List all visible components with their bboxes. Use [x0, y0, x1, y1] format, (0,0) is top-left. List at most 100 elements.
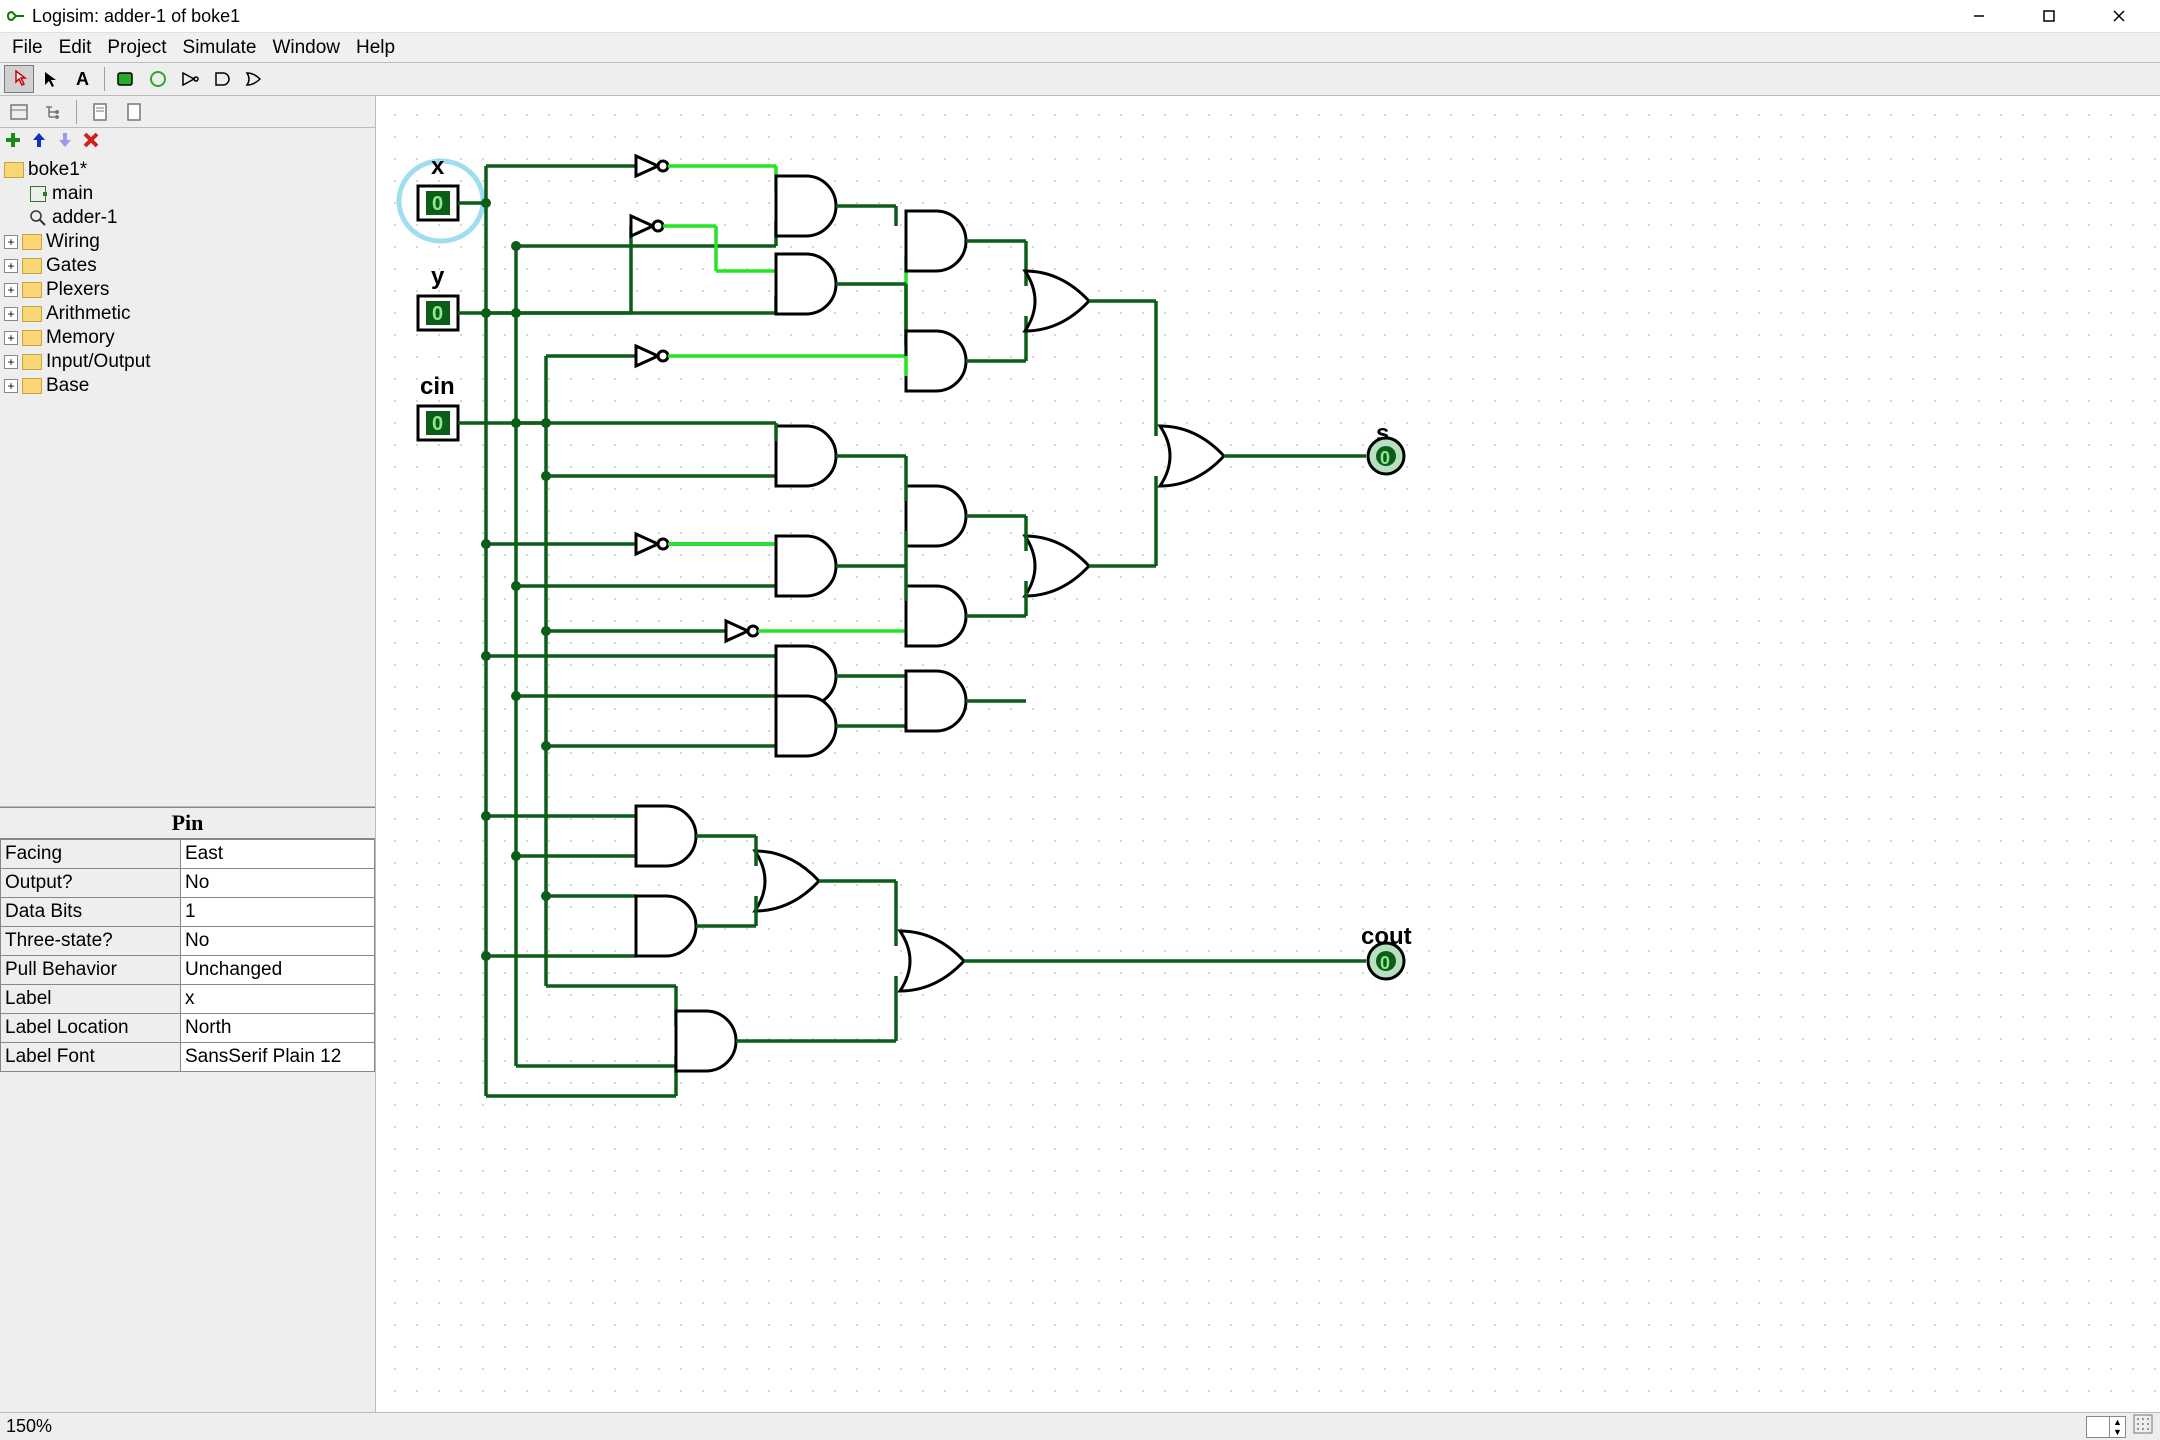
expand-icon[interactable]: +: [4, 379, 18, 393]
and-gate[interactable]: [636, 896, 696, 956]
and-gate[interactable]: [906, 331, 966, 391]
menu-project[interactable]: Project: [99, 35, 174, 61]
close-button[interactable]: [2084, 0, 2154, 32]
not-gate[interactable]: [636, 346, 668, 366]
delete-icon[interactable]: [82, 131, 100, 154]
input-pin-tool-button[interactable]: [111, 65, 141, 93]
and-gate-tool-button[interactable]: [207, 65, 237, 93]
tree-item-adder[interactable]: adder-1: [0, 206, 375, 230]
menu-file[interactable]: File: [4, 35, 51, 61]
tree-lib-arithmetic[interactable]: +Arithmetic: [0, 302, 375, 326]
pin-label: x: [431, 153, 445, 180]
property-value[interactable]: SansSerif Plain 12: [181, 1043, 375, 1072]
tree-lib-memory[interactable]: +Memory: [0, 326, 375, 350]
project-tree[interactable]: boke1* main adder-1 +Wiring + Gates +Plex…: [0, 156, 375, 807]
input-pin-y[interactable]: y 0: [418, 263, 516, 330]
not-gate[interactable]: [636, 534, 668, 554]
expand-icon[interactable]: +: [4, 259, 18, 273]
down-arrow-icon[interactable]: [56, 131, 74, 154]
maximize-button[interactable]: [2014, 0, 2084, 32]
or-gate[interactable]: [755, 851, 819, 911]
and-gate[interactable]: [906, 211, 966, 271]
minimize-button[interactable]: [1944, 0, 2014, 32]
output-pin-tool-button[interactable]: [143, 65, 173, 93]
and-gate[interactable]: [776, 176, 836, 236]
and-gate[interactable]: [906, 671, 966, 731]
menu-simulate[interactable]: Simulate: [175, 35, 265, 61]
or-gate[interactable]: [1160, 426, 1224, 486]
or-gate-tool-button[interactable]: [239, 65, 269, 93]
folder-icon: [22, 378, 42, 394]
and-gate[interactable]: [776, 536, 836, 596]
property-value[interactable]: x: [181, 985, 375, 1014]
poke-tool-button[interactable]: [4, 65, 34, 93]
tree-label: Gates: [46, 254, 97, 278]
property-row[interactable]: Data Bits1: [1, 898, 375, 927]
expand-icon[interactable]: +: [4, 235, 18, 249]
zoom-spinner[interactable]: ▲▼: [2086, 1416, 2126, 1438]
menu-help[interactable]: Help: [348, 35, 403, 61]
select-tool-button[interactable]: [36, 65, 66, 93]
not-gate[interactable]: [726, 621, 758, 641]
property-value[interactable]: 1: [181, 898, 375, 927]
toolbar-separator: [104, 67, 105, 91]
expand-icon[interactable]: +: [4, 283, 18, 297]
and-gate[interactable]: [676, 1011, 736, 1071]
grid-density-icon[interactable]: [2132, 1413, 2154, 1440]
property-row[interactable]: Label FontSansSerif Plain 12: [1, 1043, 375, 1072]
property-value[interactable]: No: [181, 927, 375, 956]
up-arrow-icon[interactable]: [30, 131, 48, 154]
or-gate[interactable]: [1025, 271, 1089, 331]
folder-icon: [22, 282, 42, 298]
property-row[interactable]: Labelx: [1, 985, 375, 1014]
property-value[interactable]: East: [181, 840, 375, 869]
folder-icon: [22, 306, 42, 322]
toolbar-doc-button[interactable]: [85, 98, 115, 126]
property-value[interactable]: No: [181, 869, 375, 898]
and-gate[interactable]: [776, 254, 836, 314]
circuit-canvas[interactable]: x 0 y 0 cin 0: [376, 96, 2160, 1412]
menu-edit[interactable]: Edit: [51, 35, 100, 61]
not-gate-tool-button[interactable]: [175, 65, 205, 93]
and-gate[interactable]: [906, 586, 966, 646]
tree-lib-plexers[interactable]: +Plexers: [0, 278, 375, 302]
or-gate[interactable]: [1025, 536, 1089, 596]
tree-item-main[interactable]: main: [0, 182, 375, 206]
tree-root-label: boke1*: [28, 158, 87, 182]
and-gate[interactable]: [776, 696, 836, 756]
or-gate[interactable]: [900, 931, 964, 991]
property-row[interactable]: FacingEast: [1, 840, 375, 869]
not-gate[interactable]: [631, 216, 663, 236]
and-gate[interactable]: [776, 426, 836, 486]
zoom-level: 150%: [6, 1416, 52, 1437]
output-pin-s[interactable]: s 0: [1368, 420, 1404, 474]
property-key: Pull Behavior: [1, 956, 181, 985]
toolbar-view-button[interactable]: [4, 98, 34, 126]
tree-lib-base[interactable]: +Base: [0, 374, 375, 398]
property-value[interactable]: North: [181, 1014, 375, 1043]
expand-icon[interactable]: +: [4, 331, 18, 345]
toolbar-sim-tree-button[interactable]: [38, 98, 68, 126]
property-row[interactable]: Output?No: [1, 869, 375, 898]
property-row[interactable]: Label LocationNorth: [1, 1014, 375, 1043]
text-tool-button[interactable]: A: [68, 65, 98, 93]
property-value[interactable]: Unchanged: [181, 956, 375, 985]
menu-window[interactable]: Window: [264, 35, 348, 61]
magnifier-icon: [30, 210, 46, 226]
tree-lib-gates[interactable]: + Gates: [0, 254, 375, 278]
toolbar-blank-button[interactable]: [119, 98, 149, 126]
title-bar: Logisim: adder-1 of boke1: [0, 0, 2160, 32]
not-gate[interactable]: [636, 156, 668, 176]
tree-lib-io[interactable]: +Input/Output: [0, 350, 375, 374]
tree-root[interactable]: boke1*: [0, 158, 375, 182]
tree-lib-wiring[interactable]: +Wiring: [0, 230, 375, 254]
add-icon[interactable]: [4, 131, 22, 154]
property-row[interactable]: Three-state?No: [1, 927, 375, 956]
output-pin-cout[interactable]: cout 0: [1361, 923, 1412, 979]
expand-icon[interactable]: +: [4, 307, 18, 321]
and-gate[interactable]: [636, 806, 696, 866]
input-pin-cin[interactable]: cin 0: [418, 373, 546, 440]
and-gate[interactable]: [906, 486, 966, 546]
property-row[interactable]: Pull BehaviorUnchanged: [1, 956, 375, 985]
expand-icon[interactable]: +: [4, 355, 18, 369]
